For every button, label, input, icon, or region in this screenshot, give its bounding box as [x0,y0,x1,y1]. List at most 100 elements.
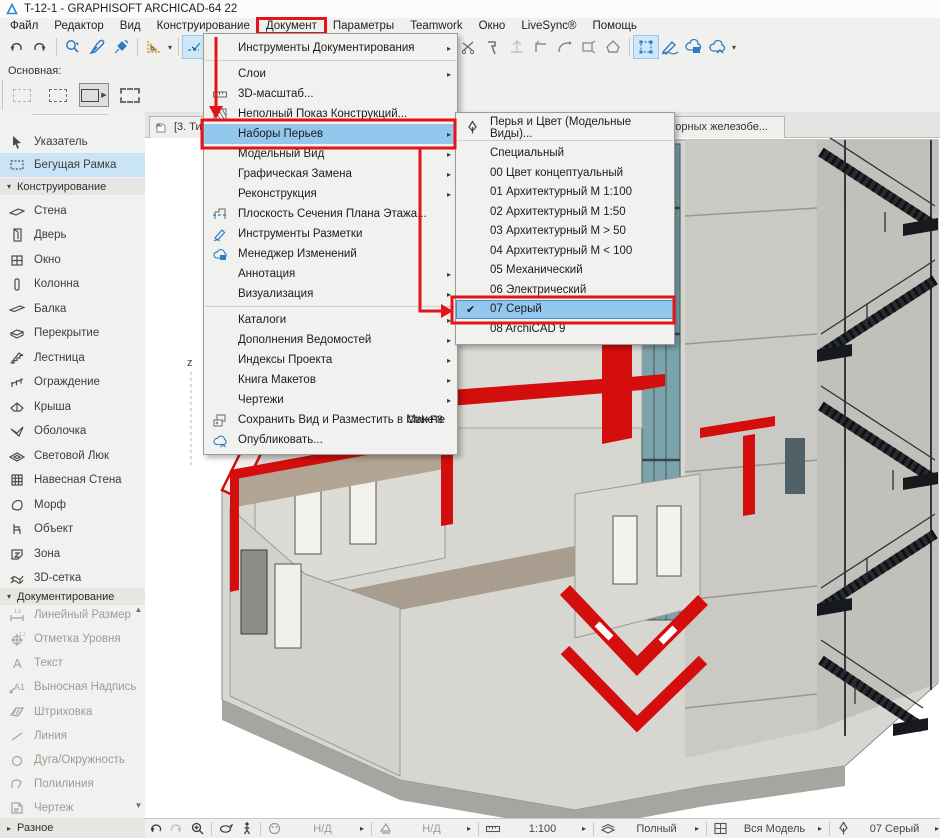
submenu-item-02-arch-1-50[interactable]: 02 Архитектурный М 1:50 [456,202,674,222]
roof-edit-icon[interactable] [601,36,625,58]
menu-design[interactable]: Конструирование [149,19,258,33]
menu-item-save-view-and-place-on-layout[interactable]: Сохранить Вид и Разместить в МакетеCtrl+… [204,410,457,430]
marquee-style-thick[interactable] [116,84,144,106]
adjust-icon[interactable] [481,36,505,58]
submenu-item-05-mechanical[interactable]: 05 Механический [456,261,674,281]
align-icon[interactable] [505,36,529,58]
menu-edit[interactable]: Редактор [46,19,112,33]
tool-column[interactable]: Колонна [0,272,145,296]
menu-file[interactable]: Файл [2,19,46,33]
marquee-style-single-thin[interactable] [8,84,36,106]
tool-beam[interactable]: Балка [0,297,145,321]
submenu-item-03-arch-gt-50[interactable]: 03 Архитектурный М > 50 [456,222,674,242]
menu-teamwork[interactable]: Teamwork [402,19,470,33]
fillet-icon[interactable] [553,36,577,58]
tool-railing[interactable]: Ограждение [0,370,145,394]
publish-icon[interactable] [706,36,730,58]
menu-item-renovation[interactable]: Реконструкция▸ [204,184,457,204]
submenu-item-pens-and-colors[interactable]: Перья и Цвет (Модельные Виды)... [456,118,674,138]
tool-dimension[interactable]: 1.2Линейный Размер [0,603,145,627]
tool-morph[interactable]: Морф [0,493,145,517]
menu-livesync[interactable]: LiveSync® [513,19,584,33]
guide-lines-icon[interactable] [142,36,166,58]
tool-roof[interactable]: Крыша [0,395,145,419]
inject-parameters-icon[interactable] [109,36,133,58]
tool-level-dimension[interactable]: 1.2Отметка Уровня [0,627,145,651]
menu-item-schedules[interactable]: Каталоги▸ [204,310,457,330]
statusbar-view-mode[interactable]: Н/Д▸ [264,819,368,838]
statusbar-layer-combination[interactable]: Полный▸ [597,819,703,838]
tool-line[interactable]: Линия [0,724,145,748]
menu-window[interactable]: Окно [471,19,514,33]
redo-icon[interactable] [28,36,52,58]
submenu-item-08-archicad-9[interactable]: 08 ArchiCAD 9 [456,319,674,339]
menu-item-3d-scale[interactable]: 3D-масштаб... [204,84,457,104]
submenu-item-custom[interactable]: Специальный [456,144,674,164]
tool-text[interactable]: AТекст [0,651,145,675]
tool-shell[interactable]: Оболочка [0,419,145,443]
tool-mesh[interactable]: 3D-сетка [0,566,145,590]
pick-up-parameters-icon[interactable] [85,36,109,58]
tool-window[interactable]: Окно [0,248,145,272]
menu-item-list-addons[interactable]: Дополнения Ведомостей▸ [204,330,457,350]
menu-item-annotation[interactable]: Аннотация▸ [204,264,457,284]
menu-item-documenting-tools[interactable]: Инструменты Документирования▸ [204,38,457,58]
statusbar-renovation-filter[interactable]: Н/Д▸ [375,819,475,838]
menu-item-visualization[interactable]: Визуализация▸ [204,284,457,304]
walk-icon[interactable] [236,821,257,836]
tool-stair[interactable]: Лестница [0,346,145,370]
tool-drawing[interactable]: Чертеж [0,796,145,820]
menu-view[interactable]: Вид [112,19,149,33]
publish-dropdown-icon[interactable]: ▾ [730,43,738,52]
undo-icon[interactable] [4,36,28,58]
submenu-item-01-arch-1-100[interactable]: 01 Архитектурный М 1:100 [456,183,674,203]
orbit-icon[interactable] [215,821,236,836]
toolbox-scroll-up-icon[interactable]: ▲ [133,604,144,616]
tool-polyline[interactable]: Полилиния [0,772,145,796]
marquee-style-single[interactable] [44,84,72,106]
marquee-style-selected[interactable]: ▶ [80,84,108,106]
find-and-select-icon[interactable] [61,36,85,58]
tool-fill[interactable]: Штриховка [0,700,145,724]
menu-item-model-view[interactable]: Модельный Вид▸ [204,144,457,164]
tool-arrow[interactable]: Указатель [0,130,145,154]
toolbox-section-more[interactable]: ▸Разное [0,818,145,838]
toolbox-section-design[interactable]: ▾Конструирование [0,178,145,195]
menu-item-layout-book[interactable]: Книга Макетов▸ [204,370,457,390]
submenu-item-04-arch-lt-100[interactable]: 04 Архитектурный М < 100 [456,241,674,261]
markup-icon[interactable] [658,36,682,58]
menu-item-markup-tools[interactable]: Инструменты Разметки [204,224,457,244]
submenu-item-00-concept-color[interactable]: 00 Цвет концептуальный [456,163,674,183]
view-forward-icon[interactable] [166,821,187,836]
submenu-item-06-electrical[interactable]: 06 Электрический [456,280,674,300]
tool-wall[interactable]: Стена [0,199,145,223]
tool-label[interactable]: A1Выносная Надпись [0,675,145,699]
menu-options[interactable]: Параметры [325,19,402,33]
menu-item-drawings[interactable]: Чертежи▸ [204,390,457,410]
tool-marquee[interactable]: Бегущая Рамка [0,153,145,177]
menu-item-change-manager[interactable]: Менеджер Изменений [204,244,457,264]
corner-icon[interactable] [529,36,553,58]
menu-document[interactable]: Документ [258,19,325,33]
guide-lines-dropdown-icon[interactable]: ▾ [166,43,174,52]
tool-skylight[interactable]: Световой Люк [0,444,145,468]
tool-arc[interactable]: Дуга/Окружность [0,748,145,772]
tool-zone[interactable]: Зона [0,542,145,566]
statusbar-pen-set[interactable]: 07 Серый▸ [833,819,940,838]
tool-door[interactable]: Дверь [0,223,145,247]
statusbar-scale[interactable]: 1:100▸ [482,819,590,838]
tool-object[interactable]: Объект [0,517,145,541]
stretch-box-icon[interactable] [577,36,601,58]
menu-item-pen-sets[interactable]: Наборы Перьев▸ [204,124,457,144]
menu-item-graphic-override[interactable]: Графическая Замена▸ [204,164,457,184]
toolbox-scroll-down-icon[interactable]: ▼ [133,800,144,812]
tool-slab[interactable]: Перекрытие [0,321,145,345]
menu-item-partial-structure-display[interactable]: Неполный Показ Конструкций... [204,104,457,124]
menu-item-layers[interactable]: Слои▸ [204,64,457,84]
menu-item-floor-plan-cut-plane[interactable]: Плоскость Сечения Плана Этажа... [204,204,457,224]
zoom-in-icon[interactable] [187,821,208,836]
tool-curtain-wall[interactable]: Навесная Стена [0,468,145,492]
change-manager-icon[interactable] [682,36,706,58]
menu-help[interactable]: Помощь [584,19,644,33]
menu-item-project-indexes[interactable]: Индексы Проекта▸ [204,350,457,370]
